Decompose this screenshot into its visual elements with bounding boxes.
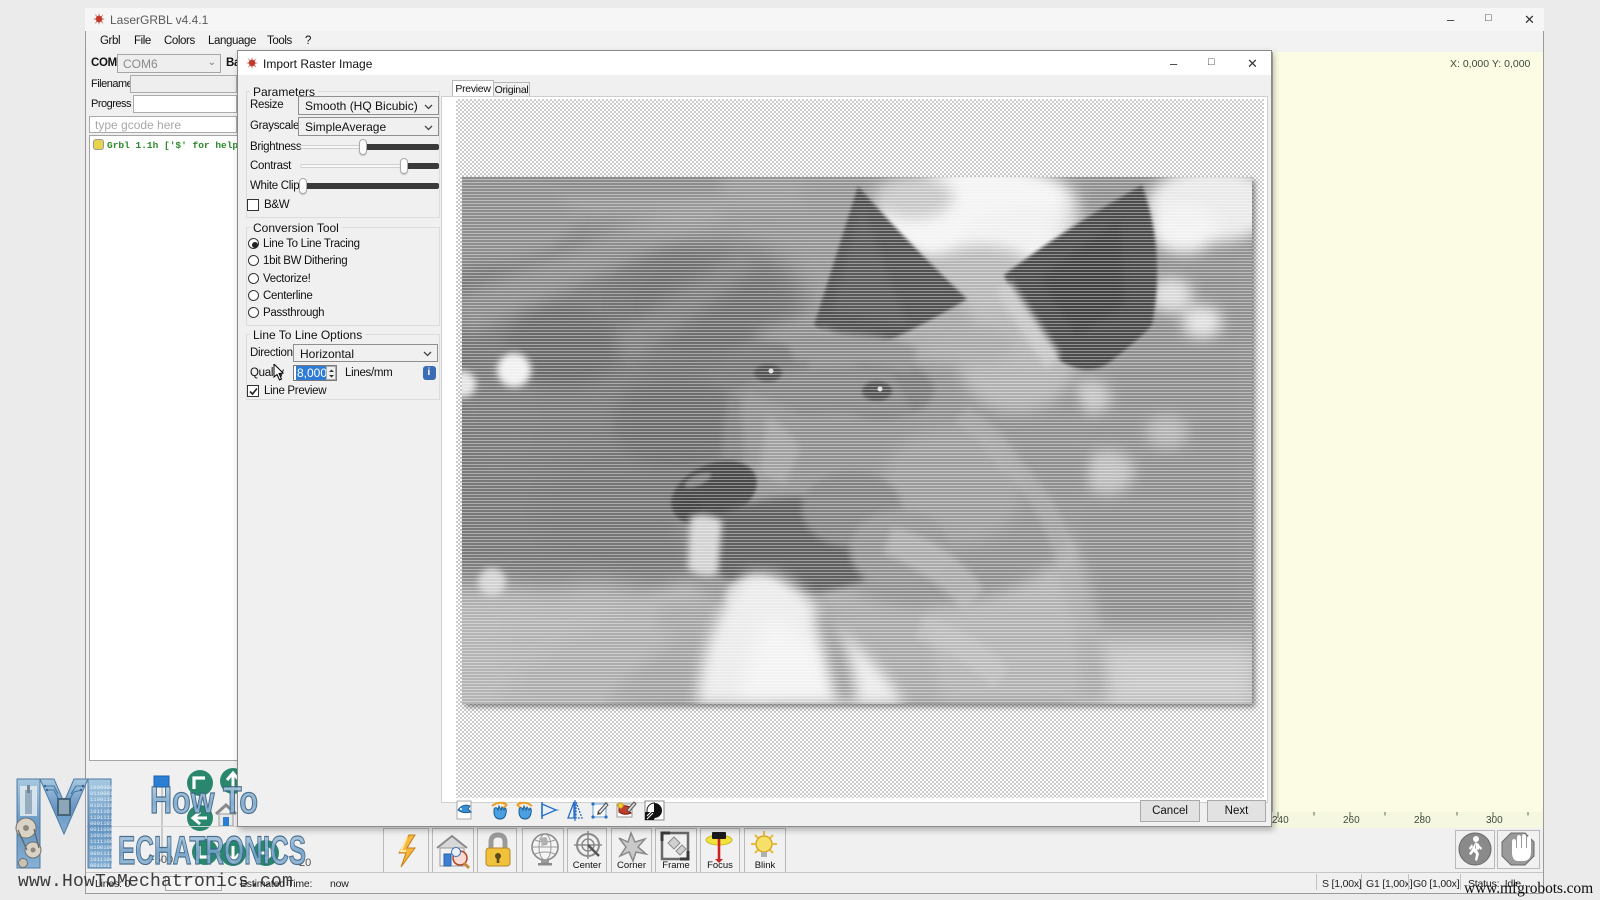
svg-text:How To: How To — [150, 780, 258, 822]
svg-text:00110110: 00110110 — [90, 862, 116, 869]
svg-text:ECHATRONICS: ECHATRONICS — [118, 829, 306, 872]
